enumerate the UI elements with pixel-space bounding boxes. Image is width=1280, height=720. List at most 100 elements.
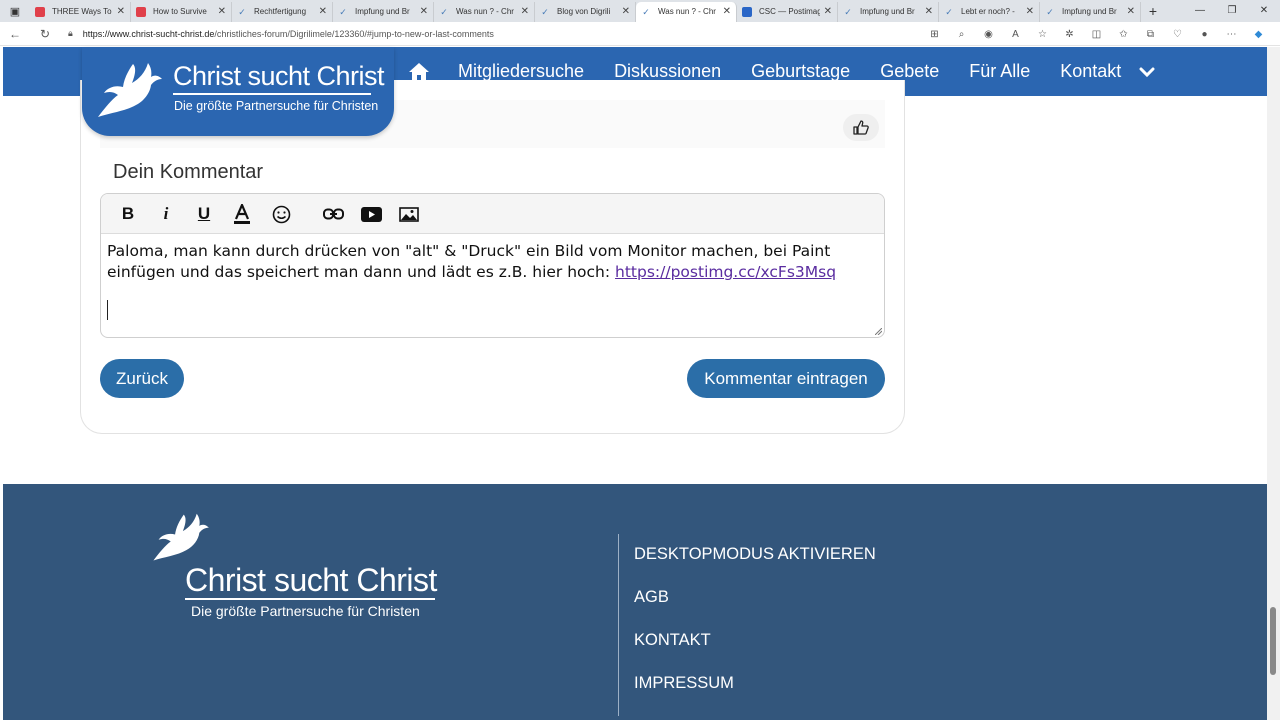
favorite-star-icon[interactable]: ☆	[1029, 29, 1056, 40]
restore-icon[interactable]: ❐	[1216, 0, 1248, 22]
editor-toolbar: B i U	[101, 194, 884, 234]
close-tab-icon[interactable]: ✕	[925, 6, 933, 17]
profile-avatar-icon[interactable]: ●	[1191, 29, 1218, 40]
zoom-icon[interactable]: ⌕	[948, 29, 975, 40]
lock-icon[interactable]: 🔒︎	[68, 28, 73, 39]
footer-link-kontakt[interactable]: KONTAKT	[634, 631, 711, 650]
page-scrollbar[interactable]	[1267, 47, 1280, 720]
url-path: /christliches-forum/Digrilimele/123360/#…	[214, 28, 494, 39]
browser-tab[interactable]: ✓ Blog von Digrili ✕	[535, 1, 636, 22]
footer-link-agb[interactable]: AGB	[634, 588, 669, 607]
comment-link[interactable]: https://postimg.cc/xcFs3Msq	[615, 263, 836, 281]
app-available-icon[interactable]: ⊞	[921, 29, 948, 40]
footer-logo[interactable]: Christ sucht Christ Die größte Partnersu…	[150, 512, 440, 627]
text-color-icon[interactable]	[233, 202, 251, 226]
footer-logo-subtitle: Die größte Partnersuche für Christen	[191, 603, 420, 619]
comment-editor[interactable]: B i U Paloma, man kann durch drücken von…	[100, 193, 885, 338]
browser-tab[interactable]: How to Survive ✕	[131, 1, 232, 22]
nav-fuer-alle[interactable]: Für Alle	[969, 61, 1030, 82]
close-tab-icon[interactable]: ✕	[1026, 6, 1034, 17]
tracking-prevention-icon[interactable]: ◉	[975, 29, 1002, 40]
youtube-icon	[136, 6, 146, 17]
browser-tab[interactable]: ✓ Impfung und Br ✕	[333, 1, 434, 22]
close-tab-icon[interactable]: ✕	[521, 6, 529, 17]
browser-tab[interactable]: ✓ Impfung und Br ✕	[1040, 1, 1141, 22]
like-button[interactable]	[843, 114, 879, 141]
read-aloud-icon[interactable]: A	[1002, 29, 1029, 40]
thumbs-up-icon	[853, 120, 869, 135]
image-icon[interactable]	[398, 202, 420, 226]
window-controls: — ❐ ✕	[1184, 0, 1280, 22]
browser-tab[interactable]: ✓ Impfung und Br ✕	[838, 1, 939, 22]
nav-kontakt[interactable]: Kontakt	[1060, 61, 1121, 82]
logo-subtitle: Die größte Partnersuche für Christen	[174, 99, 379, 113]
browser-tab[interactable]: ✓ Was nun ? - Chr ✕	[434, 1, 535, 22]
close-tab-icon[interactable]: ✕	[117, 6, 125, 17]
url-field[interactable]: 🔒︎ https://www.christ-sucht-christ.de/ch…	[68, 28, 494, 39]
nav-diskussionen[interactable]: Diskussionen	[614, 61, 721, 82]
copilot-icon[interactable]: ◆	[1245, 29, 1272, 40]
footer-link-impressum[interactable]: IMPRESSUM	[634, 674, 734, 693]
reload-icon[interactable]: ↻	[30, 27, 60, 41]
close-tab-icon[interactable]: ✕	[824, 6, 832, 17]
dove-icon: ✓	[238, 6, 246, 17]
new-tab-icon[interactable]: +	[1141, 3, 1165, 19]
browser-tab[interactable]: ✓ Lebt er noch? - ✕	[939, 1, 1040, 22]
footer-logo-title: Christ sucht Christ	[185, 562, 437, 598]
comment-text-line: Paloma, man kann durch drücken von "alt"…	[107, 242, 831, 260]
comment-heading: Dein Kommentar	[113, 161, 264, 183]
close-tab-icon[interactable]: ✕	[420, 6, 428, 17]
chevron-down-icon[interactable]	[1139, 66, 1155, 78]
close-tab-icon[interactable]: ✕	[622, 6, 630, 17]
close-tab-icon[interactable]: ✕	[723, 6, 731, 17]
logo-title: Christ sucht Christ	[173, 61, 385, 91]
nav-geburtstage[interactable]: Geburtstage	[751, 61, 850, 82]
scrollbar-thumb[interactable]	[1270, 607, 1276, 675]
bold-icon[interactable]: B	[120, 202, 136, 226]
dove-icon: ✓	[945, 6, 953, 17]
close-tab-icon[interactable]: ✕	[1127, 6, 1135, 17]
back-button[interactable]: Zurück	[100, 359, 184, 398]
underline-icon[interactable]: U	[195, 202, 213, 226]
comment-text-line: einfügen und das speichert man dann und …	[107, 263, 616, 281]
browser-tab-bar: ▣ THREE Ways To ✕ How to Survive ✕ ✓ Rechtf…	[0, 0, 1280, 22]
browser-tab-active[interactable]: ✓ Was nun ? - Chr ✕	[636, 1, 737, 22]
more-menu-icon[interactable]: ⋯	[1218, 29, 1245, 40]
emoji-icon[interactable]	[271, 202, 291, 226]
dove-icon: ✓	[541, 6, 549, 17]
nav-gebete[interactable]: Gebete	[880, 61, 939, 82]
youtube-icon	[35, 6, 45, 17]
browser-tab[interactable]: ✓ Rechtfertigung ✕	[232, 1, 333, 22]
minimize-icon[interactable]: —	[1184, 0, 1216, 22]
tab-actions-icon[interactable]: ▣	[0, 0, 30, 22]
italic-icon[interactable]: i	[159, 202, 173, 226]
dove-icon: ✓	[1046, 6, 1054, 17]
dove-logo-icon	[98, 63, 162, 117]
resize-handle-icon[interactable]	[875, 328, 882, 335]
browser-tab[interactable]: CSC — Postimag ✕	[737, 1, 838, 22]
submit-comment-button[interactable]: Kommentar eintragen	[687, 359, 885, 398]
address-bar: ← ↻ 🔒︎ https://www.christ-sucht-christ.d…	[0, 22, 1280, 46]
site-logo[interactable]: Christ sucht Christ Die größte Partnersu…	[82, 47, 394, 136]
close-window-icon[interactable]: ✕	[1248, 0, 1280, 22]
browser-tab[interactable]: THREE Ways To ✕	[30, 1, 131, 22]
footer-logo-underline	[185, 598, 435, 600]
close-tab-icon[interactable]: ✕	[319, 6, 327, 17]
dove-icon: ✓	[440, 6, 448, 17]
favorites-icon[interactable]: ✩	[1110, 29, 1137, 40]
back-arrow-icon[interactable]: ←	[0, 27, 30, 41]
link-icon[interactable]	[322, 202, 344, 226]
close-tab-icon[interactable]: ✕	[218, 6, 226, 17]
youtube-embed-icon[interactable]	[360, 202, 382, 226]
url-host: https://www.christ-sucht-christ.de	[82, 28, 215, 39]
dove-icon: ✓	[642, 6, 650, 17]
comment-textarea[interactable]: Paloma, man kann durch drücken von "alt"…	[107, 241, 877, 283]
footer-link-desktopmodus[interactable]: DESKTOPMODUS AKTIVIEREN	[634, 545, 876, 564]
performance-icon[interactable]: ♡	[1164, 29, 1191, 40]
logo-underline	[173, 93, 371, 95]
extensions-icon[interactable]: ✲	[1056, 29, 1083, 40]
nav-mitgliedersuche[interactable]: Mitgliedersuche	[458, 61, 584, 82]
split-screen-icon[interactable]: ◫	[1083, 29, 1110, 40]
postimage-icon	[742, 6, 752, 17]
collections-icon[interactable]: ⧉	[1137, 29, 1164, 40]
